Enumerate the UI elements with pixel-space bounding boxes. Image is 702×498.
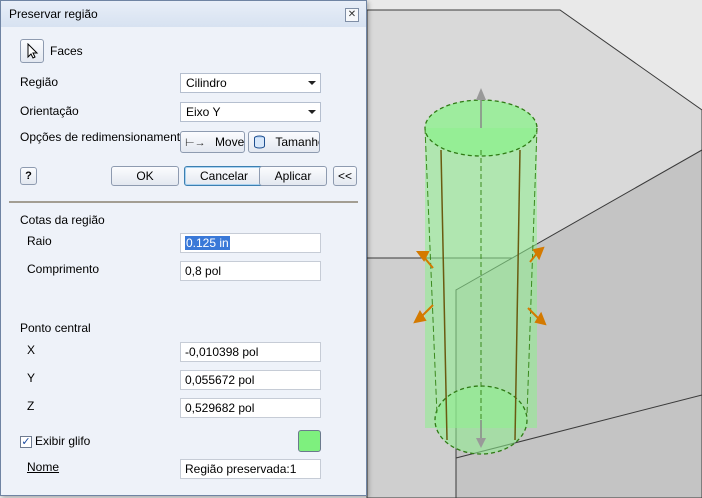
- regiao-select[interactable]: Cilindro: [180, 73, 321, 93]
- orientacao-label: Orientação: [20, 104, 79, 118]
- x-input[interactable]: -0,010398 pol: [180, 342, 321, 362]
- faces-label: Faces: [50, 44, 83, 58]
- close-button[interactable]: ✕: [345, 8, 359, 22]
- chevron-down-icon: [308, 110, 316, 114]
- comprimento-label: Comprimento: [27, 262, 100, 276]
- faces-select-button[interactable]: [20, 39, 44, 63]
- collapse-button[interactable]: <<: [333, 166, 357, 186]
- nome-input[interactable]: Região preservada:1: [180, 459, 321, 479]
- chevron-down-icon: [308, 81, 316, 85]
- comprimento-input[interactable]: 0,8 pol: [180, 261, 321, 281]
- size-label: Tamanho: [275, 135, 320, 149]
- move-button[interactable]: ⊢→ Mover: [180, 131, 245, 153]
- raio-value: 0.125 in: [185, 236, 230, 250]
- move-label: Mover: [214, 135, 245, 149]
- z-input[interactable]: 0,529682 pol: [180, 398, 321, 418]
- raio-input[interactable]: 0.125 in: [180, 233, 321, 253]
- raio-label: Raio: [27, 234, 52, 248]
- apply-button[interactable]: Aplicar: [259, 166, 327, 186]
- redimensionamento-label: Opções de redimensionamento: [20, 130, 187, 144]
- nome-label: Nome: [27, 460, 60, 474]
- x-label: X: [27, 343, 36, 357]
- orientacao-value: Eixo Y: [186, 105, 221, 119]
- ponto-central-heading: Ponto central: [20, 321, 91, 335]
- preserve-region-dialog: Preservar região ✕ Faces Região Cilindro…: [0, 0, 367, 496]
- cylinder-icon: [254, 135, 265, 149]
- z-label: Z: [27, 399, 35, 413]
- help-icon: ?: [25, 170, 32, 182]
- orientacao-select[interactable]: Eixo Y: [180, 102, 321, 122]
- y-label: Y: [27, 371, 36, 385]
- preserved-region-cylinder[interactable]: [424, 99, 538, 455]
- size-button[interactable]: Tamanho: [248, 131, 320, 153]
- divider: [9, 201, 358, 203]
- exibir-glifo-checkbox[interactable]: ✓: [20, 436, 32, 448]
- ok-button[interactable]: OK: [111, 166, 179, 186]
- cursor-arrow-icon: [27, 42, 39, 59]
- cancel-button[interactable]: Cancelar: [184, 166, 264, 186]
- move-axis-icon: ⊢→: [185, 137, 206, 149]
- cotas-heading: Cotas da região: [20, 213, 105, 227]
- dialog-title: Preservar região: [9, 7, 98, 21]
- dialog-titlebar[interactable]: Preservar região ✕: [1, 1, 366, 28]
- glyph-color-button[interactable]: [298, 430, 321, 452]
- help-button[interactable]: ?: [20, 167, 37, 185]
- regiao-label: Região: [20, 75, 59, 89]
- exibir-glifo-label: Exibir glifo: [35, 434, 91, 448]
- dialog-content: Faces Região Cilindro Orientação Eixo Y …: [1, 27, 366, 495]
- regiao-value: Cilindro: [186, 76, 227, 90]
- y-input[interactable]: 0,055672 pol: [180, 370, 321, 390]
